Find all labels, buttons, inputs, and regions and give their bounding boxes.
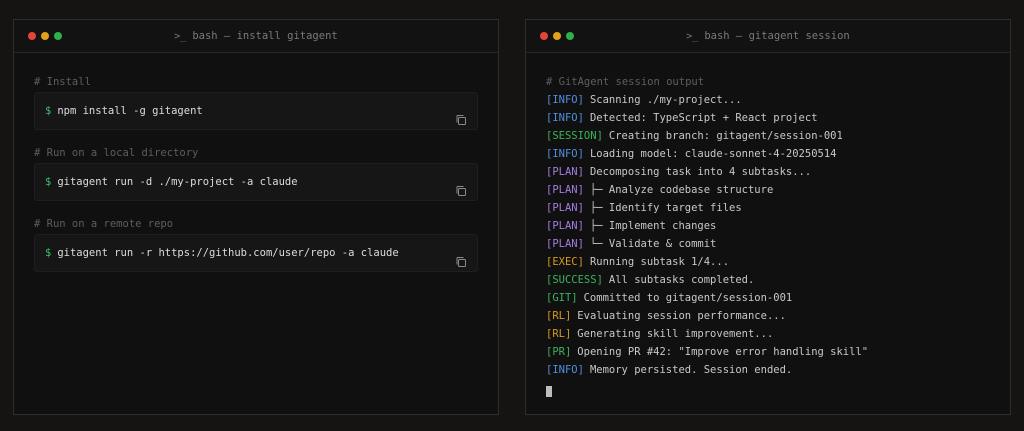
log-text: ├─ Identify target files: [589, 202, 742, 214]
log-tag: [RL]: [546, 310, 572, 322]
title-bar: >_ bash — install gitagent: [14, 20, 498, 53]
terminal-icon: >_: [686, 30, 699, 42]
log-line: [GIT] Committed to gitagent/session-001: [546, 289, 990, 307]
log-tag: [INFO]: [546, 148, 584, 160]
log-line: [SUCCESS] All subtasks completed.: [546, 271, 990, 289]
terminal-body: # Install $ npm install -g gitagent # Run o…: [14, 53, 498, 272]
window-title: >_ bash — install gitagent: [14, 20, 498, 52]
command-text: gitagent run -d ./my-project -a claude: [57, 176, 298, 188]
log-tag: [PLAN]: [546, 220, 584, 232]
log-text: Creating branch: gitagent/session-001: [608, 130, 843, 142]
title-bar: >_ bash — gitagent session: [526, 20, 1010, 53]
log-text: Running subtask 1/4...: [589, 256, 730, 268]
prompt-symbol: $: [45, 247, 52, 259]
log-text: Memory persisted. Session ended.: [589, 364, 793, 376]
log-text: └─ Validate & commit: [589, 238, 717, 250]
log-line: [INFO] Loading model: claude-sonnet-4-202…: [546, 145, 990, 163]
window-title-text: bash — install gitagent: [192, 30, 338, 42]
log-text: Detected: TypeScript + React project: [589, 112, 818, 124]
command-box[interactable]: $ npm install -g gitagent: [34, 92, 478, 130]
window-title: >_ bash — gitagent session: [526, 20, 1010, 52]
session-terminal-window: >_ bash — gitagent session # GitAgent se…: [525, 19, 1011, 415]
command-box[interactable]: $ gitagent run -r https://github.com/user…: [34, 234, 478, 272]
log-tag: [INFO]: [546, 112, 584, 124]
log-text: Scanning ./my-project...: [589, 94, 742, 106]
log-line: [SESSION] Creating branch: gitagent/sessi…: [546, 127, 990, 145]
log-tag: [SUCCESS]: [546, 274, 603, 286]
log-line: [PLAN] ├─ Implement changes: [546, 217, 990, 235]
log-text: Opening PR #42: "Improve error handling …: [577, 346, 869, 358]
log-line: [PLAN] └─ Validate & commit: [546, 235, 990, 253]
command-box[interactable]: $ gitagent run -d ./my-project -a claude: [34, 163, 478, 201]
log-text: ├─ Analyze codebase structure: [589, 184, 774, 196]
prompt-symbol: $: [45, 105, 52, 117]
command-comment: # Run on a local directory: [34, 147, 199, 159]
log-line: [EXEC] Running subtask 1/4...: [546, 253, 990, 271]
log-line: [PLAN] Decomposing task into 4 subtasks..…: [546, 163, 990, 181]
log-tag: [PLAN]: [546, 184, 584, 196]
log-line: [RL] Evaluating session performance...: [546, 307, 990, 325]
log-line: [INFO] Scanning ./my-project...: [546, 91, 990, 109]
command-comment: # Install: [34, 76, 91, 88]
log-line: [RL] Generating skill improvement...: [546, 325, 990, 343]
log-line: [PLAN] ├─ Analyze codebase structure: [546, 181, 990, 199]
log-line: [INFO] Memory persisted. Session ended.: [546, 361, 990, 379]
install-terminal-window: >_ bash — install gitagent # Install $ npm…: [13, 19, 499, 415]
command-text: gitagent run -r https://github.com/user/…: [57, 247, 399, 259]
log-tag: [PLAN]: [546, 166, 584, 178]
command-text: npm install -g gitagent: [57, 105, 203, 117]
log-tag: [PLAN]: [546, 202, 584, 214]
prompt-symbol: $: [45, 176, 52, 188]
terminal-icon: >_: [174, 30, 187, 42]
log-tag: [GIT]: [546, 292, 578, 304]
log-line: [PLAN] ├─ Identify target files: [546, 199, 990, 217]
copy-icon[interactable]: [455, 247, 467, 267]
log-tag: [PR]: [546, 346, 572, 358]
terminal-output: # GitAgent session output [INFO] Scanning…: [526, 53, 1010, 397]
log-text: Loading model: claude-sonnet-4-20250514: [589, 148, 837, 160]
log-text: Committed to gitagent/session-001: [583, 292, 793, 304]
text-cursor: [546, 386, 552, 397]
log-tag: [EXEC]: [546, 256, 584, 268]
window-title-text: bash — gitagent session: [704, 30, 850, 42]
log-text: Generating skill improvement...: [577, 328, 774, 340]
command-comment: # Run on a remote repo: [34, 218, 174, 230]
copy-icon[interactable]: [455, 105, 467, 125]
log-text: ├─ Implement changes: [589, 220, 717, 232]
log-tag: [INFO]: [546, 94, 584, 106]
cursor-line: [546, 379, 990, 397]
log-tag: [RL]: [546, 328, 572, 340]
output-comment: # GitAgent session output: [546, 76, 705, 88]
copy-icon[interactable]: [455, 176, 467, 196]
log-tag: [PLAN]: [546, 238, 584, 250]
log-text: Decomposing task into 4 subtasks...: [589, 166, 812, 178]
log-line: [INFO] Detected: TypeScript + React proje…: [546, 109, 990, 127]
log-line: [PR] Opening PR #42: "Improve error handl…: [546, 343, 990, 361]
log-tag: [INFO]: [546, 364, 584, 376]
log-text: All subtasks completed.: [608, 274, 755, 286]
log-text: Evaluating session performance...: [577, 310, 786, 322]
log-tag: [SESSION]: [546, 130, 603, 142]
